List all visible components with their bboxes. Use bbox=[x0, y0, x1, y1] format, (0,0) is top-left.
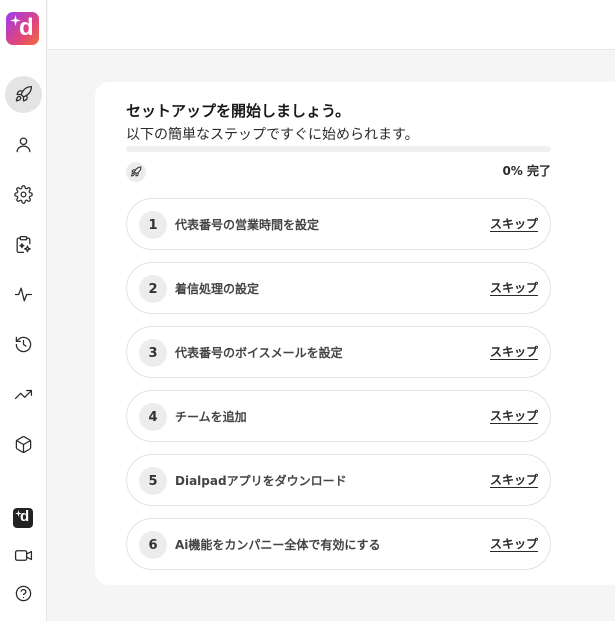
trending-up-icon bbox=[14, 389, 33, 400]
setup-step[interactable]: 5 Dialpadアプリをダウンロード スキップ bbox=[126, 454, 551, 506]
page-title: セットアップを開始しましょう。 bbox=[126, 102, 351, 120]
progress-rocket-badge bbox=[126, 162, 146, 182]
skip-link[interactable]: スキップ bbox=[490, 407, 538, 424]
skip-link[interactable]: スキップ bbox=[490, 535, 538, 552]
video-icon bbox=[14, 550, 33, 561]
step-label: Dialpadアプリをダウンロード bbox=[175, 474, 347, 488]
setup-step[interactable]: 1 代表番号の営業時間を設定 スキップ bbox=[126, 198, 551, 250]
step-label: 代表番号のボイスメールを設定 bbox=[175, 346, 343, 360]
sidebar-item-integrations[interactable] bbox=[5, 426, 42, 463]
rocket-icon bbox=[131, 166, 142, 177]
dialpad-logo[interactable]: d bbox=[6, 12, 39, 45]
help-icon bbox=[15, 585, 32, 602]
sidebar: d d bbox=[0, 0, 47, 621]
progress-label: 0% 完了 bbox=[502, 164, 551, 178]
sidebar-item-settings[interactable] bbox=[5, 176, 42, 213]
skip-link[interactable]: スキップ bbox=[490, 215, 538, 232]
setup-step[interactable]: 3 代表番号のボイスメールを設定 スキップ bbox=[126, 326, 551, 378]
setup-step[interactable]: 6 Ai機能をカンパニー全体で有効にする スキップ bbox=[126, 518, 551, 570]
history-icon bbox=[15, 336, 32, 353]
mini-logo-letter: d bbox=[20, 508, 30, 525]
gear-icon bbox=[14, 185, 33, 204]
clipboard-sparkle-icon bbox=[16, 235, 31, 254]
top-bar bbox=[48, 0, 615, 50]
setup-step[interactable]: 4 チームを追加 スキップ bbox=[126, 390, 551, 442]
cube-icon bbox=[15, 435, 32, 454]
logo-letter: d bbox=[19, 14, 34, 41]
step-number: 5 bbox=[139, 467, 167, 495]
skip-link[interactable]: スキップ bbox=[490, 279, 538, 296]
step-number: 3 bbox=[139, 339, 167, 367]
step-number: 4 bbox=[139, 403, 167, 431]
skip-link[interactable]: スキップ bbox=[490, 343, 538, 360]
sidebar-item-profile[interactable] bbox=[5, 126, 42, 163]
setup-step[interactable]: 2 着信処理の設定 スキップ bbox=[126, 262, 551, 314]
rocket-icon bbox=[15, 85, 33, 102]
step-number: 6 bbox=[139, 531, 167, 559]
dialpad-ai-logo[interactable]: d bbox=[13, 508, 33, 528]
step-number: 2 bbox=[139, 275, 167, 303]
sidebar-item-meetings[interactable] bbox=[5, 537, 42, 574]
sidebar-item-ai-tasks[interactable] bbox=[5, 226, 42, 263]
sidebar-item-activity[interactable] bbox=[5, 276, 42, 313]
sidebar-item-help[interactable] bbox=[5, 575, 42, 612]
pulse-icon bbox=[14, 287, 33, 302]
skip-link[interactable]: スキップ bbox=[490, 471, 538, 488]
step-label: 着信処理の設定 bbox=[175, 282, 260, 296]
sidebar-item-analytics[interactable] bbox=[5, 376, 42, 413]
page-subtitle: 以下の簡単なステップですぐに始められます。 bbox=[126, 127, 419, 143]
step-label: 代表番号の営業時間を設定 bbox=[175, 218, 320, 232]
step-label: Ai機能をカンパニー全体で有効にする bbox=[175, 538, 381, 552]
setup-card: セットアップを開始しましょう。 以下の簡単なステップですぐに始められます。 0%… bbox=[95, 82, 615, 585]
step-label: チームを追加 bbox=[175, 410, 247, 424]
user-icon bbox=[16, 137, 31, 153]
sidebar-item-setup[interactable] bbox=[5, 76, 42, 113]
step-number: 1 bbox=[139, 211, 167, 239]
sidebar-item-history[interactable] bbox=[5, 326, 42, 363]
progress-bar bbox=[126, 146, 551, 152]
